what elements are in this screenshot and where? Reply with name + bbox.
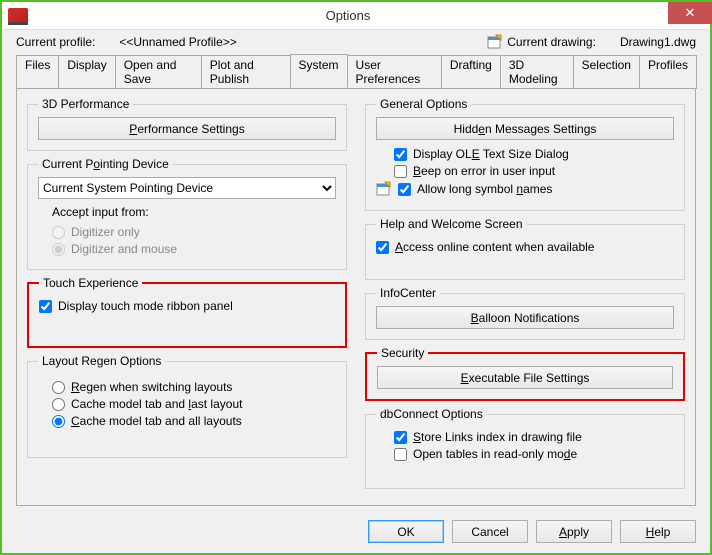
tab-3d-modeling[interactable]: 3D Modeling — [500, 55, 574, 89]
check-readonly-tables-input[interactable] — [394, 448, 407, 461]
profile-label: Current profile: — [16, 35, 95, 49]
ok-button[interactable]: OK — [368, 520, 444, 543]
check-access-online[interactable]: Access online content when available — [376, 240, 674, 254]
profile-value: <<Unnamed Profile>> — [119, 35, 299, 49]
tab-strip: Files Display Open and Save Plot and Pub… — [16, 54, 696, 88]
apply-button[interactable]: Apply — [536, 520, 612, 543]
tab-drafting[interactable]: Drafting — [441, 55, 501, 89]
close-button[interactable]: ✕ — [668, 2, 712, 24]
radio-digitizer-only-input — [52, 226, 65, 239]
check-store-links[interactable]: Store Links index in drawing file — [394, 430, 674, 444]
radio-cache-last[interactable]: Cache model tab and last layout — [52, 397, 336, 411]
cancel-button[interactable]: Cancel — [452, 520, 528, 543]
group-dbconnect-legend: dbConnect Options — [376, 407, 487, 421]
check-ole-input[interactable] — [394, 148, 407, 161]
check-beep[interactable]: Beep on error in user input — [394, 164, 674, 178]
group-touch-legend: Touch Experience — [39, 276, 142, 290]
group-general-legend: General Options — [376, 97, 471, 111]
tab-profiles[interactable]: Profiles — [639, 55, 697, 89]
radio-digitizer-only: Digitizer only — [52, 225, 336, 239]
right-column: General Options Hidden Messages Settings… — [365, 97, 685, 497]
hidden-messages-button[interactable]: Hidden Messages Settings — [376, 117, 674, 140]
balloon-notifications-button[interactable]: Balloon Notifications — [376, 306, 674, 329]
group-dbconnect: dbConnect Options Store Links index in d… — [365, 407, 685, 489]
group-layout-legend: Layout Regen Options — [38, 354, 165, 368]
radio-digitizer-mouse: Digitizer and mouse — [52, 242, 336, 256]
autocad-icon — [8, 8, 28, 24]
executable-file-settings-button[interactable]: Executable File Settings — [377, 366, 673, 389]
tab-selection[interactable]: Selection — [573, 55, 640, 89]
tab-plot-and-publish[interactable]: Plot and Publish — [201, 55, 291, 89]
group-3d-performance: 3D Performance Performance Settings — [27, 97, 347, 151]
tab-system[interactable]: System — [290, 54, 348, 88]
radio-cache-all-input[interactable] — [52, 415, 65, 428]
header-row: Current profile: <<Unnamed Profile>> Cur… — [2, 30, 710, 52]
options-dialog: Options ✕ Current profile: <<Unnamed Pro… — [0, 0, 712, 555]
group-layout-regen: Layout Regen Options Regen when switchin… — [27, 354, 347, 458]
pointing-device-combo[interactable]: Current System Pointing Device — [38, 177, 336, 199]
accept-input-label: Accept input from: — [52, 205, 336, 219]
group-cpd-legend: Current Pointing Device — [38, 157, 173, 171]
radio-digitizer-mouse-input — [52, 243, 65, 256]
group-general-options: General Options Hidden Messages Settings… — [365, 97, 685, 211]
check-long-names[interactable]: Allow long symbol names — [376, 181, 674, 197]
group-help-welcome: Help and Welcome Screen Access online co… — [365, 217, 685, 280]
radio-cache-last-input[interactable] — [52, 398, 65, 411]
check-beep-input[interactable] — [394, 165, 407, 178]
drawing-icon — [487, 34, 503, 50]
drawing-value: Drawing1.dwg — [620, 35, 696, 49]
tab-panel-system: 3D Performance Performance Settings Curr… — [16, 88, 696, 506]
tab-display[interactable]: Display — [58, 55, 115, 89]
group-security-legend: Security — [377, 346, 428, 360]
check-store-links-input[interactable] — [394, 431, 407, 444]
dialog-footer: OK Cancel Apply Help — [2, 514, 710, 553]
drawing-icon-small — [376, 181, 392, 197]
check-ole[interactable]: Display OLE Text Size Dialog — [394, 147, 674, 161]
group-touch-experience: Touch Experience Display touch mode ribb… — [27, 276, 347, 348]
radio-regen-switching[interactable]: Regen when switching layouts — [52, 380, 336, 394]
help-button[interactable]: Help — [620, 520, 696, 543]
radio-cache-all[interactable]: Cache model tab and all layouts — [52, 414, 336, 428]
tab-files[interactable]: Files — [16, 55, 59, 89]
titlebar: Options ✕ — [2, 2, 710, 30]
performance-settings-button[interactable]: Performance Settings — [38, 117, 336, 140]
check-long-names-input[interactable] — [398, 183, 411, 196]
check-touch-ribbon[interactable]: Display touch mode ribbon panel — [39, 299, 335, 313]
group-security: Security Executable File Settings — [365, 346, 685, 401]
tab-open-and-save[interactable]: Open and Save — [115, 55, 202, 89]
check-readonly-tables[interactable]: Open tables in read-only mode — [394, 447, 674, 461]
group-help-legend: Help and Welcome Screen — [376, 217, 527, 231]
group-infocenter: InfoCenter Balloon Notifications — [365, 286, 685, 340]
tab-user-preferences[interactable]: User Preferences — [347, 55, 442, 89]
radio-regen-input[interactable] — [52, 381, 65, 394]
window-title: Options — [28, 8, 668, 23]
group-infocenter-legend: InfoCenter — [376, 286, 440, 300]
group-current-pointing-device: Current Pointing Device Current System P… — [27, 157, 347, 270]
check-access-online-input[interactable] — [376, 241, 389, 254]
group-3d-performance-legend: 3D Performance — [38, 97, 133, 111]
drawing-label: Current drawing: — [507, 35, 596, 49]
left-column: 3D Performance Performance Settings Curr… — [27, 97, 347, 497]
check-touch-ribbon-input[interactable] — [39, 300, 52, 313]
